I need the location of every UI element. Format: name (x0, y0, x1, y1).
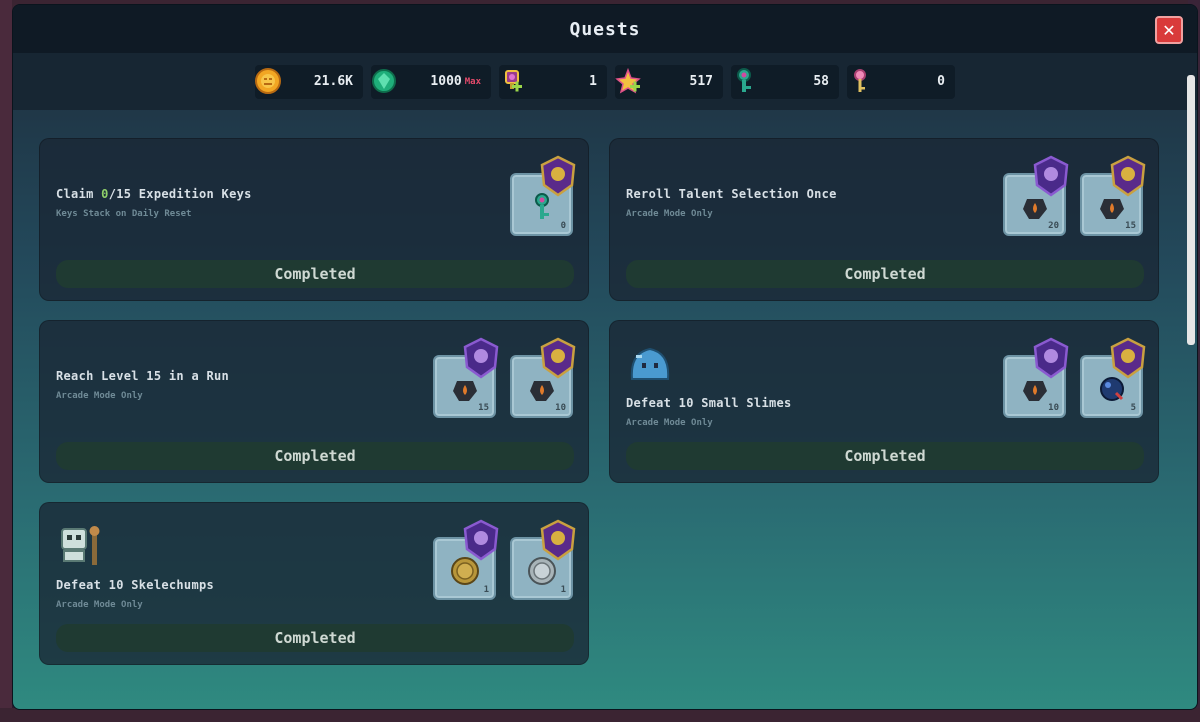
quest-title: Reroll Talent Selection Once (626, 187, 837, 201)
reward-slot[interactable]: 15 (1080, 155, 1146, 236)
quest-title: Defeat 10 Small Slimes (626, 396, 792, 410)
window-title: Quests (569, 18, 641, 40)
gold-coin-icon (253, 66, 283, 96)
close-icon: ✕ (1162, 20, 1176, 40)
quest-subtitle: Arcade Mode Only (626, 209, 713, 219)
reward-count: 5 (1130, 403, 1136, 413)
quest-card: Reach Level 15 in a Run Arcade Mode Only… (39, 320, 589, 483)
slime-icon (630, 347, 670, 380)
quest-card: Defeat 10 Skelechumps Arcade Mode Only 1… (39, 502, 589, 665)
reward-slot[interactable]: 15 (433, 337, 499, 418)
reward-count: 1 (483, 585, 489, 595)
currency-expedition-keys: 58 (729, 64, 839, 99)
reward-slot[interactable]: 10 (1003, 337, 1069, 418)
completed-status: Completed (626, 260, 1144, 288)
reward-slot[interactable]: 5 (1080, 337, 1146, 418)
reward-count: 1 (560, 585, 566, 595)
purple-badge-icon (1033, 337, 1069, 379)
reward-count: 15 (1125, 221, 1136, 231)
green-gem-icon (369, 66, 399, 96)
quest-title: Defeat 10 Skelechumps (56, 578, 215, 592)
gold-badge-icon (1110, 155, 1146, 197)
currency-gems: 1000 Max (369, 64, 491, 99)
pink-key-icon (845, 66, 875, 96)
completed-status: Completed (56, 260, 574, 288)
background-left (0, 0, 12, 722)
quest-subtitle: Arcade Mode Only (56, 600, 143, 610)
quest-subtitle: Keys Stack on Daily Reset (56, 209, 192, 219)
reward-count: 10 (555, 403, 566, 413)
quest-card: Defeat 10 Small Slimes Arcade Mode Only … (609, 320, 1159, 483)
expedition-key-icon (729, 66, 759, 96)
title-bar: Quests ✕ (13, 5, 1197, 53)
completed-status: Completed (626, 442, 1144, 470)
close-button[interactable]: ✕ (1155, 16, 1183, 44)
quests-window: Quests ✕ 21.6K 1000 Max 1 517 58 0 Claim… (12, 4, 1198, 710)
star-plus-icon (613, 66, 643, 96)
reward-slot[interactable]: 0 (510, 155, 576, 236)
trophy-plus-icon (497, 66, 527, 96)
reward-count: 0 (560, 221, 566, 231)
reward-slot[interactable]: 1 (433, 519, 499, 600)
reward-slot[interactable]: 20 (1003, 155, 1069, 236)
quest-list: Claim 0/15 Expedition Keys Keys Stack on… (39, 138, 1159, 698)
reward-count: 20 (1048, 221, 1059, 231)
pink-key-amount: 0 (937, 74, 945, 89)
purple-badge-icon (463, 519, 499, 561)
star-amount: 517 (689, 74, 713, 89)
purple-badge-icon (1033, 155, 1069, 197)
purple-badge-icon (463, 337, 499, 379)
reward-count: 10 (1048, 403, 1059, 413)
currency-star: 517 (613, 64, 723, 99)
completed-status: Completed (56, 624, 574, 652)
currency-pink-keys: 0 (845, 64, 955, 99)
currency-gold: 21.6K (253, 64, 363, 99)
gold-badge-icon (540, 155, 576, 197)
scrollbar[interactable] (1187, 75, 1195, 345)
completed-status: Completed (56, 442, 574, 470)
currency-trophy: 1 (497, 64, 607, 99)
reward-count: 15 (478, 403, 489, 413)
reward-slot[interactable]: 10 (510, 337, 576, 418)
currency-bar: 21.6K 1000 Max 1 517 58 0 (13, 53, 1197, 110)
expedition-key-amount: 58 (813, 74, 829, 89)
gem-amount: 1000 Max (430, 74, 481, 89)
quest-title: Claim 0/15 Expedition Keys (56, 187, 252, 201)
trophy-amount: 1 (589, 74, 597, 89)
quest-title: Reach Level 15 in a Run (56, 369, 230, 383)
quest-card: Claim 0/15 Expedition Keys Keys Stack on… (39, 138, 589, 301)
quest-subtitle: Arcade Mode Only (56, 391, 143, 401)
quest-subtitle: Arcade Mode Only (626, 418, 713, 428)
reward-slot[interactable]: 1 (510, 519, 576, 600)
gold-badge-icon (540, 337, 576, 379)
gold-badge-icon (540, 519, 576, 561)
gold-badge-icon (1110, 337, 1146, 379)
background-bottom (0, 708, 1200, 722)
skelechump-icon (61, 526, 100, 565)
gold-amount: 21.6K (313, 74, 353, 89)
quest-card: Reroll Talent Selection Once Arcade Mode… (609, 138, 1159, 301)
